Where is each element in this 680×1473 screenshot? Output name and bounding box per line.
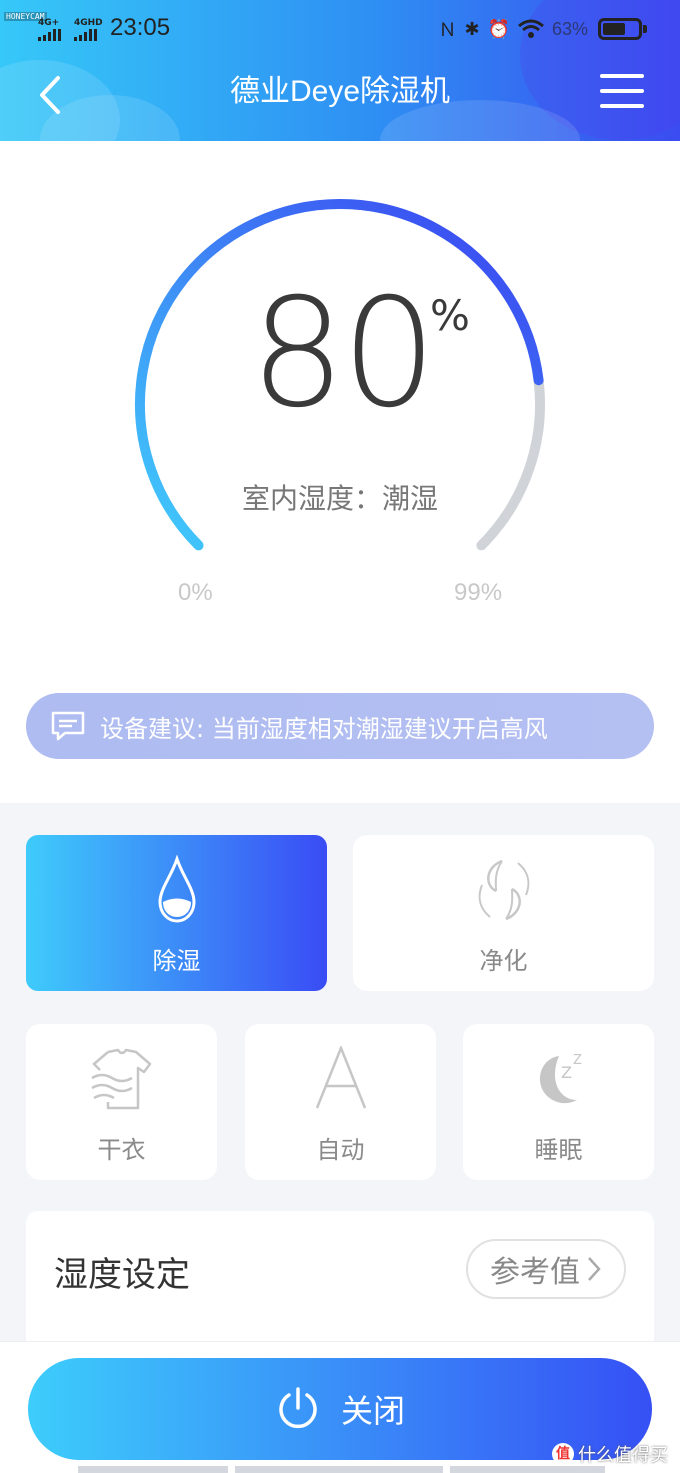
- humidity-gauge-card: 80 % 室内湿度：潮湿 0% 99% 设备建议: 当前湿度相对潮湿建议开启高风: [0, 141, 680, 803]
- mode-purify-label: 净化: [479, 947, 528, 975]
- reference-label: 参考值: [490, 1255, 580, 1290]
- menu-icon: [600, 74, 644, 78]
- moon-zz-icon: ZZ: [527, 1046, 591, 1114]
- nfc-icon: Ｎ: [438, 20, 457, 41]
- humidity-status: 室内湿度：潮湿: [241, 482, 438, 515]
- bluetooth-icon: ✱: [464, 18, 480, 40]
- menu-button[interactable]: [600, 74, 644, 110]
- dock-indicator: [78, 1466, 228, 1473]
- page-title: 德业Deye除湿机: [229, 75, 451, 108]
- battery-icon: [598, 18, 647, 40]
- advice-text: 设备建议: 当前湿度相对潮湿建议开启高风: [100, 714, 548, 743]
- battery-percent: 63%: [551, 18, 588, 39]
- mode-dehumidify-button[interactable]: 除湿: [26, 835, 327, 991]
- mode-purify-button[interactable]: 净化: [353, 835, 654, 991]
- dock-indicator: [235, 1466, 443, 1473]
- reference-value-button[interactable]: 参考值: [466, 1239, 626, 1299]
- smzdm-logo-icon: 值: [552, 1443, 574, 1465]
- humidity-unit: %: [430, 291, 470, 340]
- status-time: 23:05: [110, 14, 171, 41]
- svg-text:Z: Z: [573, 1053, 582, 1068]
- mode-auto-button[interactable]: 自动: [245, 1024, 436, 1180]
- app-header: HONEYCAM 4G+ 4GHD 23:05 Ｎ ✱ ⏰ 63% 德业Deye…: [0, 0, 680, 141]
- status-bar: HONEYCAM 4G+ 4GHD 23:05 Ｎ ✱ ⏰ 63%: [0, 10, 680, 46]
- dock-indicator: [450, 1466, 605, 1473]
- shirt-wind-icon: [90, 1046, 154, 1116]
- mode-sleep-label: 睡眠: [534, 1136, 583, 1164]
- mode-auto-label: 自动: [316, 1136, 365, 1164]
- signal-sim2: 4GHD: [74, 18, 103, 41]
- chevron-right-icon: [588, 1257, 601, 1281]
- letter-a-icon: [313, 1044, 369, 1114]
- water-drop-icon: [157, 854, 197, 929]
- site-watermark: 值 什么值得买: [552, 1441, 668, 1467]
- humidity-value: 80: [250, 267, 437, 441]
- power-icon: [279, 1387, 317, 1429]
- mode-sleep-button[interactable]: ZZ 睡眠: [463, 1024, 654, 1180]
- svg-text:Z: Z: [561, 1063, 572, 1082]
- setting-title: 湿度设定: [54, 1255, 190, 1295]
- mode-dry-clothes-button[interactable]: 干衣: [26, 1024, 217, 1180]
- signal-icon: [38, 29, 61, 41]
- gauge-min-label: 0%: [178, 579, 213, 606]
- gauge-track: [476, 375, 545, 551]
- leaf-cycle-icon: [472, 855, 536, 929]
- mode-dry-clothes-label: 干衣: [97, 1136, 146, 1164]
- alarm-icon: ⏰: [487, 18, 510, 40]
- status-icons: Ｎ ✱ ⏰ 63%: [438, 16, 588, 42]
- message-icon: [51, 711, 85, 741]
- mode-dehumidify-label: 除湿: [152, 947, 201, 975]
- signal-icon: [74, 29, 103, 41]
- humidity-setting-card: 湿度设定 参考值: [26, 1211, 654, 1361]
- gauge-max-label: 99%: [454, 579, 503, 606]
- device-advice-banner: 设备建议: 当前湿度相对潮湿建议开启高风: [26, 693, 654, 759]
- power-label: 关闭: [340, 1392, 405, 1430]
- signal-sim1: 4G+: [38, 18, 61, 41]
- wifi-icon: [518, 19, 544, 38]
